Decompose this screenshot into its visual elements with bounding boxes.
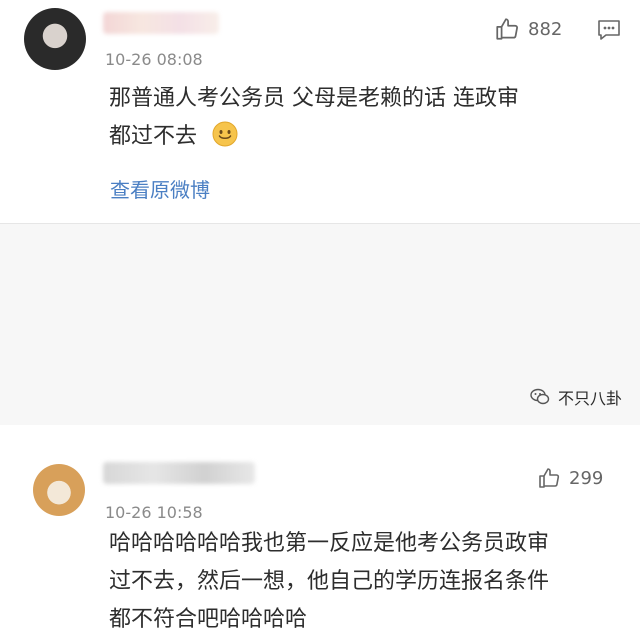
comment-text: 哈哈哈哈哈哈我也第一反应是他考公务员政审 过不去，然后一想，他自己的学历连报名条… [109, 525, 609, 639]
comment-card-1: 10-26 08:08 882 那普通人考公务员 父母是老赖的话 连政审 都过不… [0, 0, 640, 223]
comment-text-line: 都过不去 [109, 124, 198, 149]
blurred-username [103, 12, 219, 34]
comment-text: 那普通人考公务员 父母是老赖的话 连政审 都过不去 [109, 80, 569, 156]
thumbs-up-icon [539, 468, 560, 488]
wechat-logo-icon [530, 388, 550, 405]
avatar[interactable] [24, 8, 86, 70]
blurred-username [103, 462, 255, 484]
comment-text-line: 都不符合吧哈哈哈哈 [109, 607, 308, 632]
comment-icon[interactable] [596, 18, 622, 42]
thumbs-up-icon [496, 18, 518, 40]
timestamp: 10-26 10:58 [105, 503, 203, 522]
comment-text-line: 那普通人考公务员 父母是老赖的话 连政审 [109, 86, 519, 111]
watermark: 不只八卦 [530, 385, 622, 409]
like-count: 299 [569, 467, 604, 489]
like-button[interactable]: 882 [494, 16, 562, 42]
comment-text-line-with-emoji: 都过不去 [109, 118, 569, 156]
comment-text-line: 哈哈哈哈哈哈我也第一反应是他考公务员政审 [109, 531, 550, 556]
like-button[interactable]: 299 [537, 466, 603, 490]
like-count: 882 [528, 18, 563, 40]
watermark-text: 不只八卦 [557, 389, 622, 408]
comment-card-2: 10-26 10:58 299 哈哈哈哈哈哈我也第一反应是他考公务员政审 过不去… [0, 224, 640, 632]
smile-emoji-icon [212, 121, 238, 147]
comment-text-line: 过不去，然后一想，他自己的学历连报名条件 [109, 569, 550, 594]
timestamp: 10-26 08:08 [105, 50, 203, 69]
avatar[interactable] [33, 464, 85, 516]
view-original-link[interactable]: 查看原微博 [110, 174, 210, 203]
